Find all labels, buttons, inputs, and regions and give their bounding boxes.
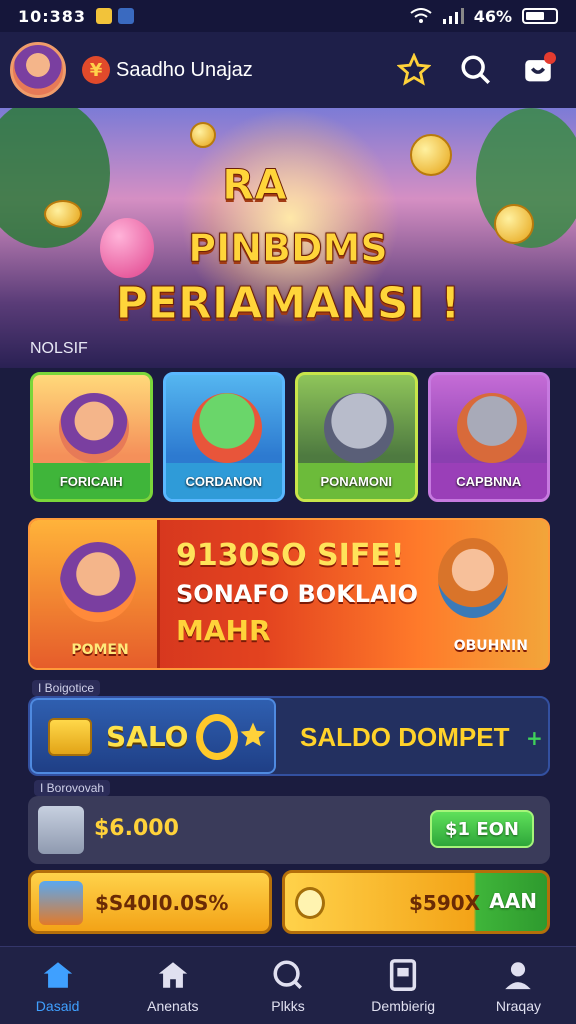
character-fox-icon: [59, 393, 129, 463]
coin-icon: [190, 122, 216, 148]
game-card-label: CORDANON: [165, 463, 282, 499]
app-title: Saadho Unajaz: [116, 58, 253, 81]
profile-icon: [505, 961, 532, 989]
nav-item-dembierig[interactable]: Dembierig: [346, 947, 461, 1024]
character-fox-icon: [39, 881, 83, 925]
claim-button[interactable]: $1 EON: [430, 810, 534, 848]
notification-icon: [96, 8, 113, 24]
home-icon: [43, 961, 72, 988]
avatar[interactable]: [10, 42, 66, 98]
game-card-label: CAPBNNA: [430, 463, 547, 499]
nav-label: Dembierig: [371, 997, 436, 1014]
list-item[interactable]: $590X AAN: [282, 870, 550, 934]
nav-label: Nraqay: [495, 997, 541, 1014]
hero-title-line1: PINBDMS: [188, 226, 388, 271]
game-card[interactable]: CAPBNNA: [427, 372, 550, 502]
game-card-label: PONAMONI: [298, 463, 415, 499]
game-card[interactable]: FORICAIH: [30, 372, 153, 502]
nav-label: Plkks: [271, 997, 305, 1014]
star-outline-icon: [397, 53, 431, 86]
bottom-nav: Dasaid Anenats Plkks Dembierig Nraqay: [0, 946, 576, 1024]
character-raccoon-icon: [456, 393, 527, 463]
character-girl-icon: [60, 542, 136, 622]
coin-icon: [410, 134, 452, 176]
search-icon: [461, 55, 491, 85]
wifi-icon: [410, 8, 432, 23]
tablet-icon: [390, 958, 417, 991]
section-label: NOLSIF: [30, 340, 88, 357]
list-item[interactable]: $S40I0.0S%: [28, 870, 272, 934]
character-boy-icon: [438, 538, 508, 618]
promo-subtitle: SONAFO BOKLAIO: [176, 580, 418, 608]
balance-left-text: SALO: [106, 720, 189, 753]
game-card-row: FORICAIH CORDANON PONAMONI CAPBNNA: [30, 372, 550, 502]
item-amount: $6.000: [94, 816, 179, 841]
signal-icon: [442, 8, 464, 24]
coin-icon: [295, 887, 325, 919]
game-card[interactable]: CORDANON: [162, 372, 285, 502]
item-amount: $590X: [409, 891, 481, 915]
game-card[interactable]: PONAMONI: [295, 372, 418, 502]
image-icon: [118, 8, 135, 24]
list-section-label: I Borovovah: [34, 780, 111, 796]
nav-label: Anenats: [147, 997, 199, 1014]
hero-title-line2: PERIAMANSI !: [115, 278, 461, 330]
character-dino-icon: [191, 393, 262, 463]
add-balance-button[interactable]: +: [526, 726, 543, 750]
wallet-balance-label: SALDO DOMPET: [300, 722, 510, 752]
house-icon: [158, 961, 187, 988]
nav-item-anenats[interactable]: Anenats: [115, 947, 230, 1024]
app-logo-icon: ¥: [82, 56, 110, 84]
promo-left-label: POMEN: [71, 642, 129, 658]
character-wolf-icon: [38, 806, 84, 854]
nav-item-plkks[interactable]: Plkks: [230, 947, 345, 1024]
game-card-label: FORICAIH: [33, 463, 150, 499]
notification-badge: [544, 52, 556, 64]
promo-right-label: OBUHNIN: [453, 638, 528, 654]
coin-icon: [44, 200, 82, 228]
status-bar: 10:383 46%: [0, 0, 576, 32]
favorite-button[interactable]: [394, 50, 434, 90]
hero-badge: RA: [222, 160, 288, 210]
wallet-icon: [48, 718, 92, 756]
list-item[interactable]: $6.000 $1 EON: [28, 796, 550, 864]
nav-item-nraqay[interactable]: Nraqay: [461, 947, 576, 1024]
search-icon: [273, 959, 303, 989]
hero-banner[interactable]: RA PINBDMS PERIAMANSI !: [0, 108, 576, 368]
app-header: ¥ Saadho Unajaz: [0, 32, 576, 108]
action-button[interactable]: AAN: [489, 889, 537, 913]
star-icon: [240, 722, 266, 747]
battery-icon: [522, 8, 558, 24]
status-time: 10:383: [18, 6, 87, 26]
balance-card[interactable]: SALO SALDO DOMPET +: [28, 696, 550, 776]
character-wolf-icon: [324, 393, 394, 463]
item-amount: $S40I0.0S%: [95, 891, 229, 915]
promo-title: 9130SO SIFE!: [176, 538, 405, 573]
search-button[interactable]: [456, 50, 496, 90]
coin-icon: [196, 714, 238, 760]
notifications-button[interactable]: [518, 50, 558, 90]
nav-label: Dasaid: [35, 997, 80, 1014]
promo-banner[interactable]: POMEN 9130SO SIFE! SONAFO BOKLAIO MAHR O…: [28, 518, 550, 670]
battery-percent: 46%: [473, 6, 512, 26]
balance-left-panel[interactable]: SALO: [30, 698, 276, 774]
balance-section-label: I Boigotice: [32, 680, 101, 696]
promo-tagline: MAHR: [176, 614, 271, 647]
nav-item-dasaid[interactable]: Dasaid: [0, 947, 115, 1024]
